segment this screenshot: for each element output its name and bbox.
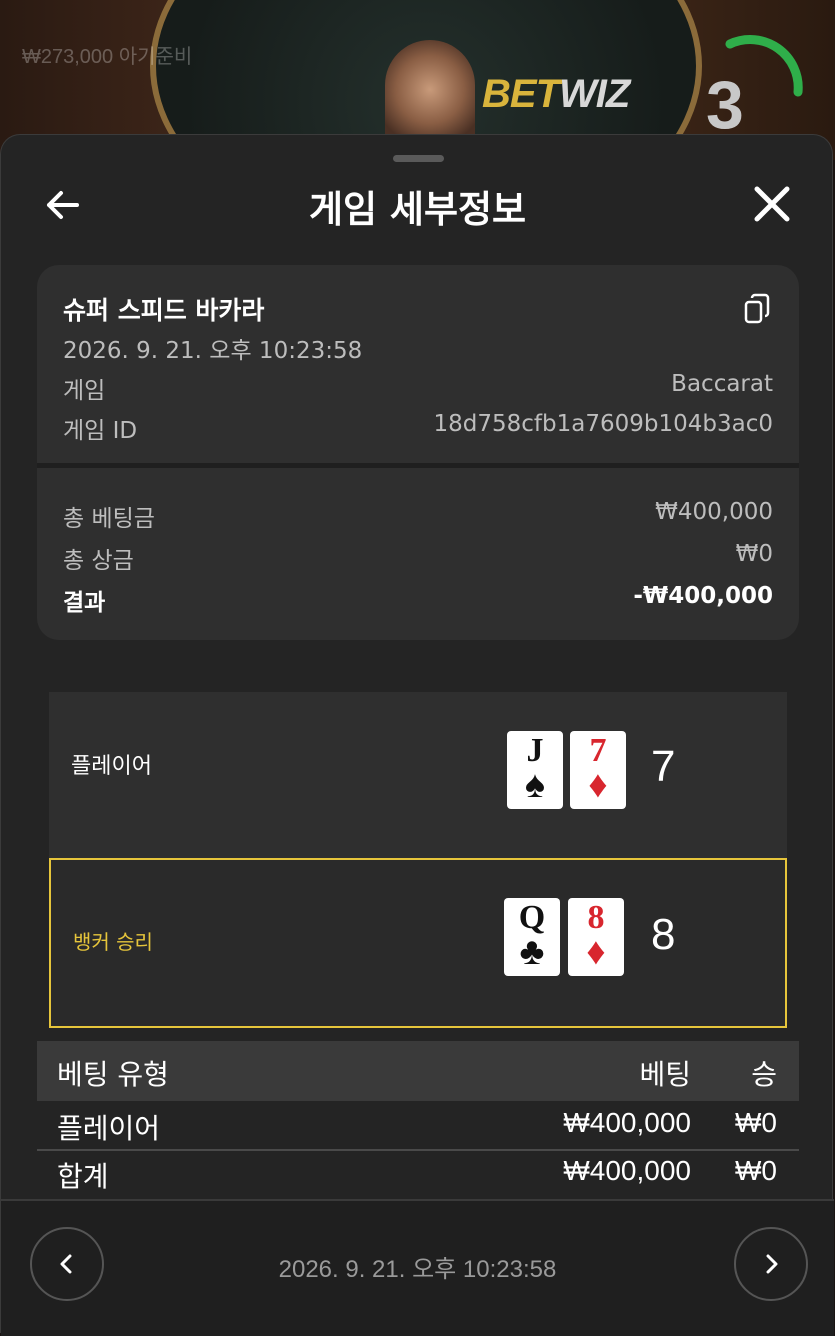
game-id-value[interactable]: 18d758cfb1a7609b104b3ac0: [434, 411, 773, 437]
total-win-cell: ₩0: [735, 1155, 777, 1186]
game-name: 슈퍼 스피드 바카라: [63, 296, 265, 325]
banker-score: 8: [651, 910, 676, 959]
chevron-right-icon: [766, 1254, 778, 1274]
total-bet-label: 총 베팅금: [63, 506, 155, 532]
close-icon: [754, 186, 790, 222]
game-details-sheet: 게임 세부정보 슈퍼 스피드 바카라 2026. 9. 21. 오후 10:23…: [0, 134, 834, 1336]
result-value: -₩400,000: [633, 583, 773, 609]
total-win-label: 총 상금: [63, 548, 134, 574]
player-label: 플레이어: [71, 754, 152, 779]
divider: [37, 463, 799, 468]
total-bet-cell: ₩400,000: [563, 1155, 691, 1186]
copy-button[interactable]: [743, 293, 771, 325]
total-label-cell: 합계: [57, 1161, 109, 1192]
balance-text: ₩273,000 아기준비: [22, 46, 193, 68]
betwiz-logo: BETWIZ: [482, 72, 630, 116]
result-label: 결과: [63, 590, 106, 616]
column-win: 승: [751, 1058, 777, 1091]
next-round-button[interactable]: [734, 1227, 808, 1301]
bet-type-cell: 플레이어: [57, 1113, 161, 1144]
game-info-card: 슈퍼 스피드 바카라 2026. 9. 21. 오후 10:23:58 게임 B…: [37, 265, 799, 640]
round-datetime: 2026. 9. 21. 오후 10:23:58: [278, 1256, 557, 1283]
column-bet: 베팅: [639, 1058, 691, 1091]
playing-card: Q ♣: [504, 898, 560, 976]
total-bet-value: ₩400,000: [655, 499, 773, 525]
game-type-value: Baccarat: [671, 371, 773, 397]
diamond-icon: ♦: [586, 931, 606, 973]
banker-win-label: 뱅커 승리: [73, 930, 153, 954]
diamond-icon: ♦: [588, 764, 608, 806]
table-row-total: 합계 ₩400,000 ₩0: [37, 1151, 799, 1197]
game-id-label: 게임 ID: [63, 418, 138, 444]
win-amount-cell: ₩0: [735, 1107, 777, 1138]
game-datetime: 2026. 9. 21. 오후 10:23:58: [63, 338, 363, 364]
spade-icon: ♠: [524, 764, 546, 806]
playing-card: 8 ♦: [568, 898, 624, 976]
bet-amount-cell: ₩400,000: [563, 1107, 691, 1138]
player-score: 7: [651, 742, 676, 791]
bets-table-header: 베팅 유형 베팅 승: [37, 1041, 799, 1101]
history-navigation: 2026. 9. 21. 오후 10:23:58: [1, 1199, 834, 1336]
banker-hand: 뱅커 승리 Q ♣ 8 ♦ 8: [49, 858, 787, 1028]
table-row: 플레이어 ₩400,000 ₩0: [37, 1103, 799, 1151]
column-bet-type: 베팅 유형: [57, 1058, 169, 1091]
copy-icon: [744, 293, 770, 324]
player-hand: 플레이어 J ♠ 7 ♦ 7: [49, 692, 787, 858]
club-icon: ♣: [519, 931, 545, 973]
playing-card: J ♠: [507, 731, 563, 809]
playing-card: 7 ♦: [570, 731, 626, 809]
game-type-label: 게임: [63, 378, 106, 404]
page-title: 게임 세부정보: [308, 188, 527, 231]
drag-handle[interactable]: [393, 155, 444, 162]
total-win-value: ₩0: [735, 541, 773, 567]
countdown-timer: 3: [706, 67, 744, 143]
close-button[interactable]: [749, 183, 795, 227]
